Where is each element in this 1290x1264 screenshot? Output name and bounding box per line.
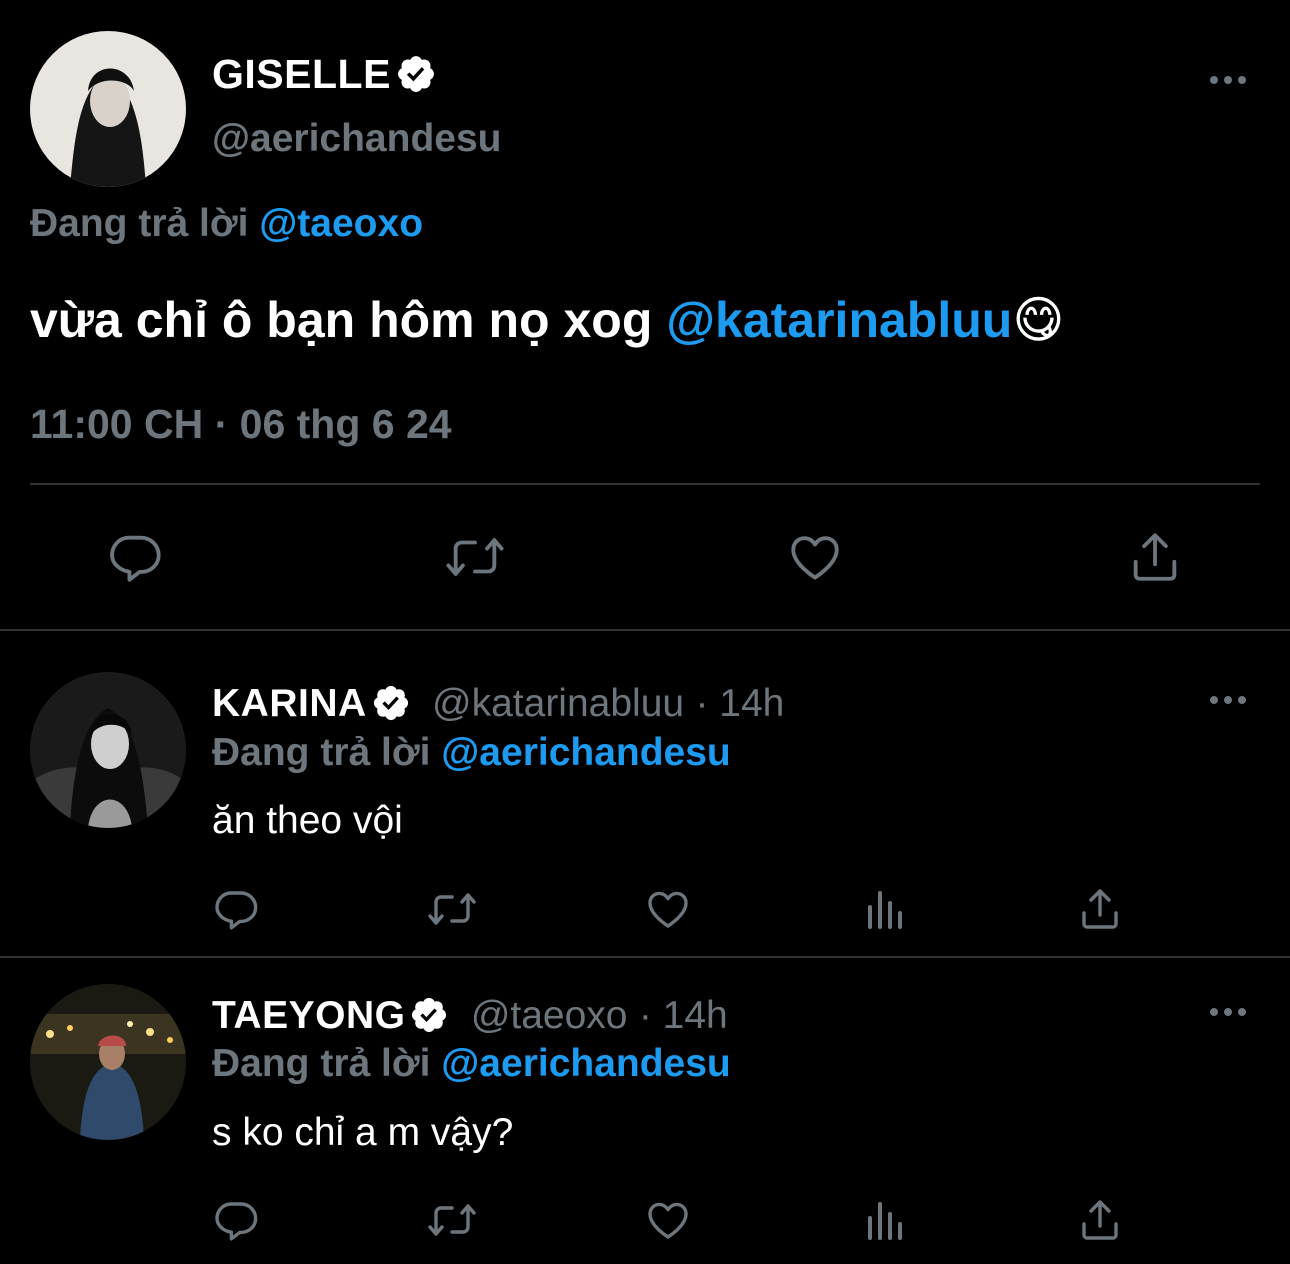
- reply-prefix: Đang trả lời: [212, 731, 431, 774]
- views-icon[interactable]: [862, 1196, 910, 1244]
- avatar-image: [30, 31, 186, 187]
- timestamp[interactable]: 11:00 CH · 06 thg 6 24: [30, 402, 452, 446]
- avatar-giselle[interactable]: [30, 31, 186, 187]
- verified-badge-icon: [373, 685, 408, 720]
- reply-icon[interactable]: [212, 1196, 260, 1244]
- display-name-text: GISELLE: [212, 51, 391, 97]
- reply-icon[interactable]: [106, 528, 164, 586]
- divider: [0, 629, 1290, 631]
- reply-time[interactable]: · 14h: [695, 682, 784, 725]
- more-icon[interactable]: [1208, 1004, 1248, 1025]
- avatar-image: [30, 672, 186, 828]
- reply-to-mention[interactable]: @taeoxo: [259, 202, 423, 245]
- avatar-karina[interactable]: [30, 672, 186, 828]
- share-icon[interactable]: [1076, 1196, 1124, 1244]
- retweet-icon[interactable]: [424, 885, 480, 933]
- share-icon[interactable]: [1076, 885, 1124, 933]
- avatar-taeyong[interactable]: [30, 984, 186, 1140]
- display-name[interactable]: GISELLE: [212, 52, 437, 96]
- like-icon[interactable]: [786, 528, 844, 586]
- replying-to: Đang trả lời @aerichandesu: [212, 1042, 731, 1086]
- reply-handle[interactable]: @katarinabluu: [432, 682, 684, 725]
- views-icon[interactable]: [862, 885, 910, 933]
- timestamp-divider: [30, 483, 1260, 485]
- reply-prefix: Đang trả lời: [212, 1042, 431, 1085]
- replying-to: Đang trả lời @taeoxo: [30, 202, 423, 246]
- tweet-mention[interactable]: @katarinabluu: [666, 292, 1012, 348]
- reply-handle[interactable]: @taeoxo: [471, 994, 628, 1037]
- retweet-icon[interactable]: [424, 1196, 480, 1244]
- reply-to-mention[interactable]: @aerichandesu: [441, 731, 730, 774]
- reply-prefix: Đang trả lời: [30, 202, 249, 245]
- verified-badge-icon: [397, 56, 434, 93]
- reply-display-name[interactable]: KARINA @katarinabluu · 14h: [212, 682, 784, 726]
- verified-badge-icon: [412, 997, 447, 1032]
- reply-to-mention[interactable]: @aerichandesu: [441, 1042, 730, 1085]
- reply-time[interactable]: · 14h: [639, 994, 728, 1037]
- emoji-yum: 😋: [1012, 292, 1065, 348]
- reply-text: s ko chỉ a m vậy?: [212, 1111, 514, 1154]
- handle[interactable]: @aerichandesu: [212, 117, 501, 161]
- tweet-text-plain: vừa chỉ ô bạn hôm nọ xog: [30, 292, 667, 348]
- reply-display-name-text: TAEYONG: [212, 994, 406, 1037]
- like-icon[interactable]: [644, 885, 692, 933]
- replying-to: Đang trả lời @aerichandesu: [212, 731, 731, 775]
- like-icon[interactable]: [644, 1196, 692, 1244]
- share-icon[interactable]: [1126, 528, 1184, 586]
- reply-display-name-text: KARINA: [212, 682, 367, 725]
- retweet-icon[interactable]: [442, 528, 508, 586]
- more-icon[interactable]: [1208, 72, 1248, 93]
- more-icon[interactable]: [1208, 692, 1248, 713]
- avatar-image: [30, 984, 186, 1140]
- tweet-text: vừa chỉ ô bạn hôm nọ xog @katarinabluu😋: [30, 292, 1064, 348]
- reply-icon[interactable]: [212, 885, 260, 933]
- divider: [0, 956, 1290, 958]
- reply-text: ăn theo vội: [212, 799, 403, 842]
- reply-display-name[interactable]: TAEYONG @taeoxo · 14h: [212, 994, 728, 1038]
